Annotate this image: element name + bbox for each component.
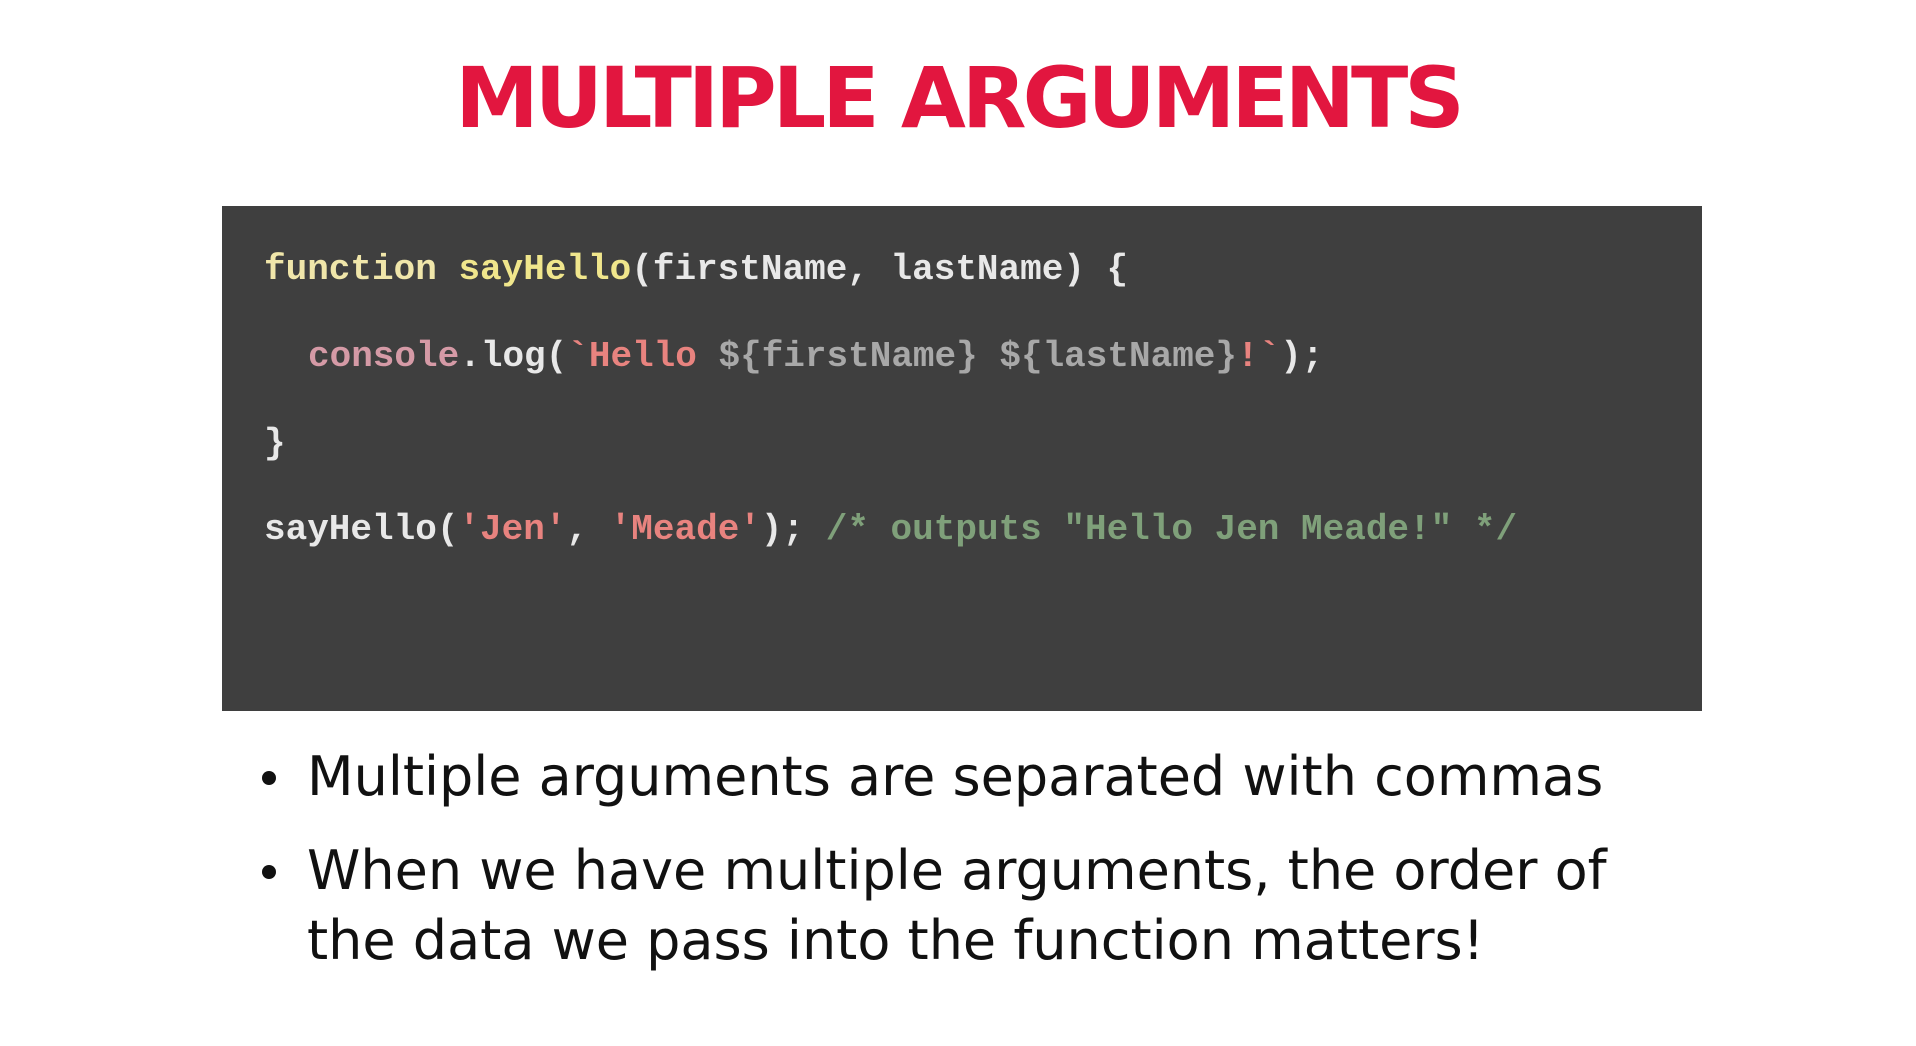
code-line-function-declaration: function sayHello(firstName, lastName) {: [264, 248, 1128, 292]
code-punctuation: );: [760, 509, 826, 550]
bullet-item: When we have multiple arguments, the ord…: [262, 836, 1702, 976]
code-punctuation: }: [264, 423, 286, 464]
code-line-closing-brace: }: [264, 422, 286, 466]
code-comment: /* outputs "Hello Jen Meade!" */: [825, 509, 1518, 550]
slide-title: MULTIPLE ARGUMENTS: [455, 49, 1465, 147]
bullet-dot-icon: [262, 771, 276, 785]
code-line-function-call: sayHello('Jen', 'Meade'); /* outputs "He…: [264, 508, 1517, 552]
code-function-name: sayHello: [458, 249, 632, 290]
code-interpolation: ${firstName}: [718, 336, 978, 377]
code-builtin: console: [308, 336, 460, 377]
code-keyword: function: [264, 249, 437, 290]
code-string: 'Meade': [609, 509, 761, 550]
code-line-console-log: console.log(`Hello ${firstName} ${lastNa…: [308, 335, 1323, 379]
code-template-end: !`: [1237, 336, 1281, 377]
bullet-text: Multiple arguments are separated with co…: [307, 745, 1604, 808]
code-method: .log(: [459, 336, 568, 377]
code-punctuation: ,: [566, 509, 610, 550]
code-punctuation: );: [1280, 336, 1324, 377]
bullet-text: When we have multiple arguments, the ord…: [307, 839, 1607, 972]
code-string: 'Jen': [458, 509, 567, 550]
code-interpolation: ${lastName}: [999, 336, 1237, 377]
code-block: function sayHello(firstName, lastName) {…: [222, 206, 1702, 711]
code-call: sayHello(: [264, 509, 459, 550]
code-params: (firstName, lastName) {: [631, 249, 1129, 290]
code-template-start: `Hello: [567, 336, 719, 377]
bullet-list: Multiple arguments are separated with co…: [262, 742, 1702, 1000]
bullet-dot-icon: [262, 865, 276, 879]
bullet-item: Multiple arguments are separated with co…: [262, 742, 1702, 812]
